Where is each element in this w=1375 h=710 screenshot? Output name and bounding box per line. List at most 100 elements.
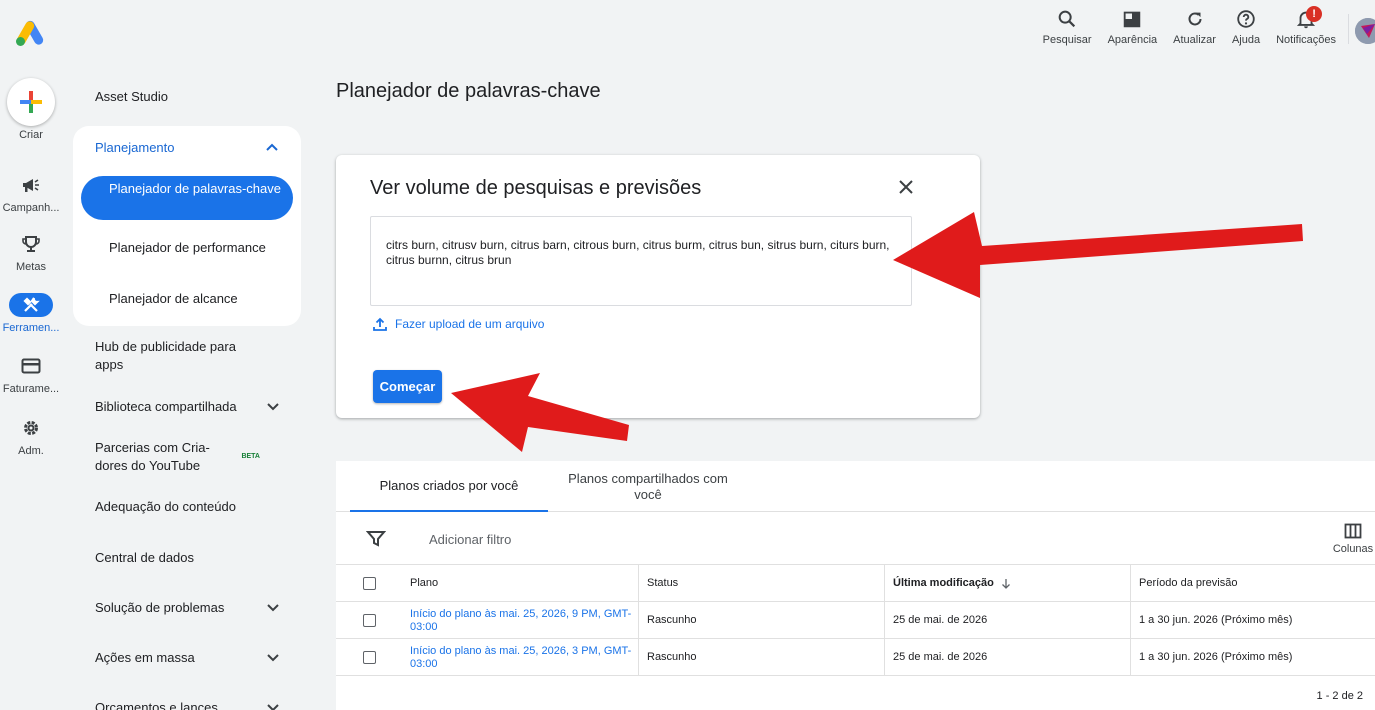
rail-label-campaigns: Campanh... xyxy=(2,202,60,214)
plan-period: 1 a 30 jun. 2026 (Próximo mês) xyxy=(1130,602,1375,639)
create-label: Criar xyxy=(19,129,43,141)
tools-icon-wrap xyxy=(9,293,53,317)
tab-shared-plans[interactable]: Planos compartilhados com você xyxy=(548,461,748,512)
plus-icon xyxy=(20,91,42,113)
avatar-image xyxy=(1355,18,1375,44)
arrow-down-icon xyxy=(1001,578,1010,589)
nav-keyword-planner[interactable]: Planejador de palavras-chave xyxy=(81,176,293,220)
gear-icon-wrap xyxy=(9,416,53,440)
rail-item-campaigns[interactable]: Campanh... xyxy=(0,173,62,214)
tab-my-plans[interactable]: Planos criados por você xyxy=(350,461,548,512)
nav-performance-planner[interactable]: Planejador de performance xyxy=(109,239,266,257)
refresh-button[interactable]: Atualizar xyxy=(1165,8,1224,46)
header-period[interactable]: Período da previsão xyxy=(1130,565,1375,602)
plan-period: 1 a 30 jun. 2026 (Próximo mês) xyxy=(1130,639,1375,676)
create-button[interactable] xyxy=(7,78,55,126)
trophy-icon-wrap xyxy=(9,232,53,256)
appearance-icon xyxy=(1124,11,1141,28)
appearance-label: Aparência xyxy=(1107,34,1158,46)
upload-icon xyxy=(373,317,387,331)
keywords-input[interactable]: citrs burn, citrusv burn, citrus barn, c… xyxy=(370,216,912,306)
nav-bulk-actions[interactable]: Ações em massa xyxy=(95,649,280,667)
nav-asset-studio-label: Asset Studio xyxy=(95,89,168,104)
avatar[interactable] xyxy=(1355,18,1375,44)
nav-reach-planner[interactable]: Planejador de alcance xyxy=(109,290,238,308)
chevron-down-icon xyxy=(267,604,279,612)
row-checkbox-cell xyxy=(336,602,402,639)
rail-item-tools[interactable]: Ferramen... xyxy=(0,293,62,334)
chevron-down-icon xyxy=(267,704,279,710)
table-row: Início do plano às mai. 25, 2026, 3 PM, … xyxy=(336,639,1375,676)
google-ads-logo[interactable] xyxy=(14,18,46,48)
nav-troubleshooting[interactable]: Solução de problemas xyxy=(95,599,280,617)
columns-label: Colunas xyxy=(1332,543,1374,555)
table-row: Início do plano às mai. 25, 2026, 9 PM, … xyxy=(336,602,1375,639)
top-divider xyxy=(1348,14,1349,44)
nav-content-suitability[interactable]: Adequação do conteúdo xyxy=(95,498,295,516)
upload-file-label: Fazer upload de um arquivo xyxy=(395,317,545,331)
nav-shared-library[interactable]: Biblioteca compartilhada xyxy=(95,398,280,416)
rail-item-goals[interactable]: Metas xyxy=(0,232,62,273)
nav-youtube-partners[interactable]: Parcerias com Cria-dores do YouTube BETA xyxy=(95,439,260,475)
columns-button[interactable]: Colunas xyxy=(1331,523,1375,555)
pagination-label: 1 - 2 de 2 xyxy=(1316,690,1363,702)
start-button[interactable]: Começar xyxy=(373,370,442,403)
trophy-icon xyxy=(22,236,40,252)
page-title: Planejador de palavras-chave xyxy=(336,80,601,102)
notification-badge: ! xyxy=(1306,6,1323,22)
nav-app-hub[interactable]: Hub de publicidade para apps xyxy=(95,338,255,374)
rail-label-billing: Faturame... xyxy=(2,383,60,395)
search-button[interactable]: Pesquisar xyxy=(1035,8,1100,46)
header-status[interactable]: Status xyxy=(638,565,884,602)
nav-youtube-partners-label: Parcerias com Cria-dores do YouTube xyxy=(95,440,210,473)
plan-status: Rascunho xyxy=(638,639,884,676)
close-icon[interactable] xyxy=(896,177,916,197)
plan-link[interactable]: Início do plano às mai. 25, 2026, 3 PM, … xyxy=(402,639,639,676)
nav-keyword-planner-label: Planejador de palavras-chave xyxy=(109,181,281,196)
nav-performance-planner-label: Planejador de performance xyxy=(109,240,266,255)
plan-modified: 25 de mai. de 2026 xyxy=(884,639,1130,676)
card-title: Ver volume de pesquisas e previsões xyxy=(370,177,702,199)
table-header: Plano Status Última modificação Período … xyxy=(336,565,1375,602)
filter-icon[interactable] xyxy=(366,529,386,549)
nav-data-manager[interactable]: Central de dados xyxy=(95,549,295,567)
rail-item-billing[interactable]: Faturame... xyxy=(0,354,62,395)
top-actions: Pesquisar Aparência Atualizar Ajuda ! No… xyxy=(1035,6,1375,58)
header-plan[interactable]: Plano xyxy=(402,565,639,602)
add-filter-button[interactable]: Adicionar filtro xyxy=(429,532,511,547)
forecast-card: Ver volume de pesquisas e previsões citr… xyxy=(336,155,980,418)
notifications-button[interactable]: ! Notificações xyxy=(1268,6,1344,46)
help-label: Ajuda xyxy=(1231,34,1261,46)
card-icon-wrap xyxy=(9,354,53,378)
header-modified-label: Última modificação xyxy=(893,577,994,589)
nav-group-title[interactable]: Planejamento xyxy=(95,140,175,155)
search-icon xyxy=(1058,10,1076,28)
search-label: Pesquisar xyxy=(1042,34,1092,46)
columns-icon xyxy=(1344,523,1362,539)
chevron-down-icon xyxy=(267,403,279,411)
megaphone-icon-wrap xyxy=(9,173,53,197)
gear-icon xyxy=(24,421,38,435)
upload-file-link[interactable]: Fazer upload de um arquivo xyxy=(372,316,544,332)
rail-item-admin[interactable]: Adm. xyxy=(0,416,62,457)
nav-app-hub-label: Hub de publicidade para apps xyxy=(95,339,236,372)
plan-link[interactable]: Início do plano às mai. 25, 2026, 9 PM, … xyxy=(402,602,639,639)
filter-bar: Adicionar filtro Colunas xyxy=(336,513,1375,565)
select-all-checkbox[interactable] xyxy=(362,577,376,590)
megaphone-icon xyxy=(23,179,39,192)
nav-group-planning: Planejamento Planejador de palavras-chav… xyxy=(73,126,301,326)
nav-shared-library-label: Biblioteca compartilhada xyxy=(95,399,237,414)
row-checkbox[interactable] xyxy=(362,614,376,627)
nav-budgets-bids-label: Orçamentos e lances xyxy=(95,700,218,710)
refresh-icon xyxy=(1188,12,1202,26)
chevron-up-icon[interactable] xyxy=(265,140,279,154)
nav-budgets-bids[interactable]: Orçamentos e lances xyxy=(95,699,280,710)
help-button[interactable]: Ajuda xyxy=(1224,8,1268,46)
nav-content-suitability-label: Adequação do conteúdo xyxy=(95,499,236,514)
header-modified[interactable]: Última modificação xyxy=(884,565,1130,602)
row-checkbox[interactable] xyxy=(362,651,376,664)
nav-asset-studio[interactable]: Asset Studio xyxy=(95,88,295,106)
nav-reach-planner-label: Planejador de alcance xyxy=(109,291,238,306)
plan-status: Rascunho xyxy=(638,602,884,639)
appearance-button[interactable]: Aparência xyxy=(1100,8,1166,46)
